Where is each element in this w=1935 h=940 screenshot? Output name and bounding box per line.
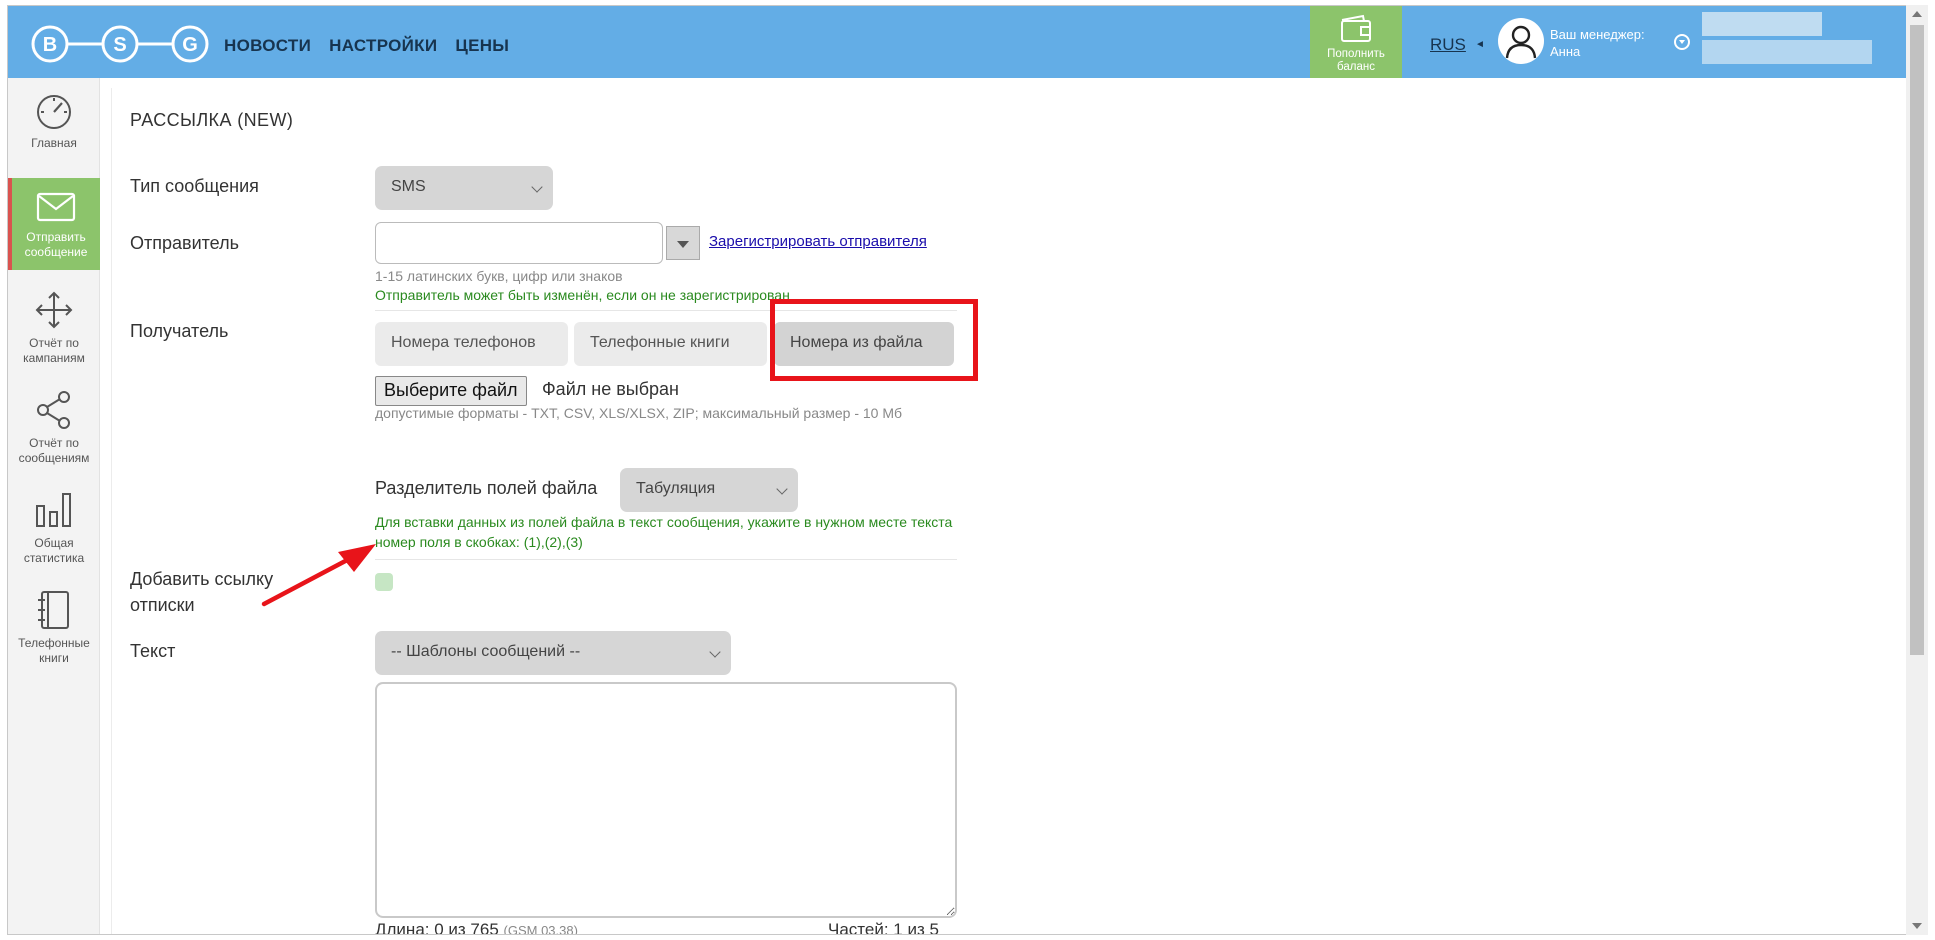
logo-letter-s: S [113, 34, 126, 56]
message-textarea[interactable] [375, 682, 957, 918]
sidebar-item-label: Главная [31, 136, 77, 150]
topup-label-line2: баланс [1337, 61, 1375, 73]
choose-file-button[interactable]: Выберите файл [375, 376, 527, 406]
formats-hint: допустимые форматы - TXT, CSV, XLS/XLSX,… [375, 405, 903, 421]
sidebar-item-campaign-report[interactable]: Отчёт по кампаниям [8, 278, 100, 370]
browser-window: B S G НОВОСТИ НАСТРОЙКИ ЦЕНЫ Пополнить б… [7, 5, 1907, 935]
sidebar-item-label: Телефонные книги [18, 636, 90, 665]
nav-prices[interactable]: ЦЕНЫ [455, 36, 509, 56]
red-arrow-annotation [261, 544, 376, 607]
logo-letter-g: G [182, 34, 198, 56]
chevron-down-icon [709, 646, 721, 658]
sidebar: Главная Отправить сообщение Отчёт по кам… [8, 78, 100, 934]
bsg-logo[interactable]: B S G [30, 24, 210, 64]
highlight-box [770, 299, 978, 381]
user-icon [1505, 25, 1537, 59]
separator-select[interactable]: Табуляция [620, 468, 798, 512]
sidebar-item-label: Отчёт по сообщениям [18, 436, 90, 465]
tab-phonebooks[interactable]: Телефонные книги [574, 322, 767, 366]
move-arrows-icon [35, 291, 73, 329]
templates-select[interactable]: -- Шаблоны сообщений -- [375, 631, 731, 675]
sidebar-item-statistics[interactable]: Общая статистика [8, 478, 100, 570]
sender-input[interactable] [375, 222, 663, 264]
top-header: B S G НОВОСТИ НАСТРОЙКИ ЦЕНЫ Пополнить б… [8, 6, 1906, 78]
balance-info-redacted [1702, 40, 1872, 64]
sidebar-item-phonebooks[interactable]: Телефонные книги [8, 578, 100, 670]
chevron-down-icon [776, 483, 788, 495]
vertical-scrollbar[interactable] [1906, 5, 1928, 935]
sender-dropdown-button[interactable] [666, 226, 700, 260]
sidebar-item-label: Отчёт по кампаниям [23, 336, 85, 365]
language-switch[interactable]: RUS [1430, 35, 1466, 55]
sidebar-item-send-message[interactable]: Отправить сообщение [8, 178, 100, 270]
message-type-value: SMS [391, 178, 426, 195]
separator-value: Табуляция [636, 480, 716, 497]
sidebar-item-home[interactable]: Главная [8, 78, 100, 170]
message-type-select[interactable]: SMS [375, 166, 553, 210]
separator-label: Разделитель полей файла [375, 478, 598, 498]
message-type-label: Тип сообщения [130, 176, 259, 196]
nav-news[interactable]: НОВОСТИ [224, 36, 311, 56]
main-content: РАССЫЛКА (NEW) Тип сообщения SMS Отправи… [111, 88, 1901, 935]
no-file-chosen-text: Файл не выбран [542, 379, 679, 399]
scrollbar-thumb[interactable] [1910, 25, 1924, 655]
logo-letter-b: B [43, 34, 57, 56]
sidebar-item-label: Общая статистика [23, 536, 85, 565]
manager-caption: Ваш менеджер: [1550, 27, 1645, 42]
caret-left-icon: ◄ [1475, 39, 1485, 50]
scroll-up-icon[interactable] [1912, 11, 1922, 17]
page-title: РАССЫЛКА (NEW) [130, 110, 294, 130]
wallet-icon [1341, 14, 1371, 42]
fields-hint: Для вставки данных из полей файла в текс… [375, 514, 953, 550]
scroll-down-icon[interactable] [1912, 923, 1922, 929]
sender-label: Отправитель [130, 233, 239, 253]
encoding-text: (GSM 03.38) [503, 923, 578, 935]
chevron-down-icon[interactable] [1674, 34, 1690, 50]
parts-counter: Частей: 1 из 5 [828, 920, 939, 935]
speedometer-icon [37, 95, 71, 129]
envelope-icon [36, 192, 76, 222]
manager-info: Ваш менеджер: Анна [1550, 26, 1645, 60]
nav-settings[interactable]: НАСТРОЙКИ [329, 36, 437, 56]
tab-phone-numbers[interactable]: Номера телефонов [375, 322, 568, 366]
notebook-icon [38, 591, 69, 629]
recipient-label: Получатель [130, 321, 229, 341]
share-icon [37, 391, 70, 429]
topup-label-line1: Пополнить [1327, 48, 1385, 60]
avatar[interactable] [1498, 18, 1544, 64]
manager-name: Анна [1550, 44, 1581, 59]
main-nav: НОВОСТИ НАСТРОЙКИ ЦЕНЫ [224, 36, 509, 56]
bar-chart-icon [36, 493, 71, 527]
templates-value: -- Шаблоны сообщений -- [391, 643, 581, 660]
topup-balance-button[interactable]: Пополнить баланс [1310, 6, 1402, 78]
length-text: Длина: 0 из 765 [375, 920, 499, 935]
text-label: Текст [130, 641, 176, 661]
length-counter: Длина: 0 из 765 (GSM 03.38) [375, 920, 578, 935]
register-sender-link[interactable]: Зарегистрировать отправителя [709, 233, 927, 250]
account-info-redacted [1702, 12, 1822, 36]
chevron-down-icon [531, 181, 543, 193]
divider [375, 559, 957, 560]
sidebar-item-label: Отправить сообщение [24, 230, 88, 259]
sidebar-item-message-report[interactable]: Отчёт по сообщениям [8, 378, 100, 470]
sender-hint: 1-15 латинских букв, цифр или знаков [375, 268, 623, 284]
